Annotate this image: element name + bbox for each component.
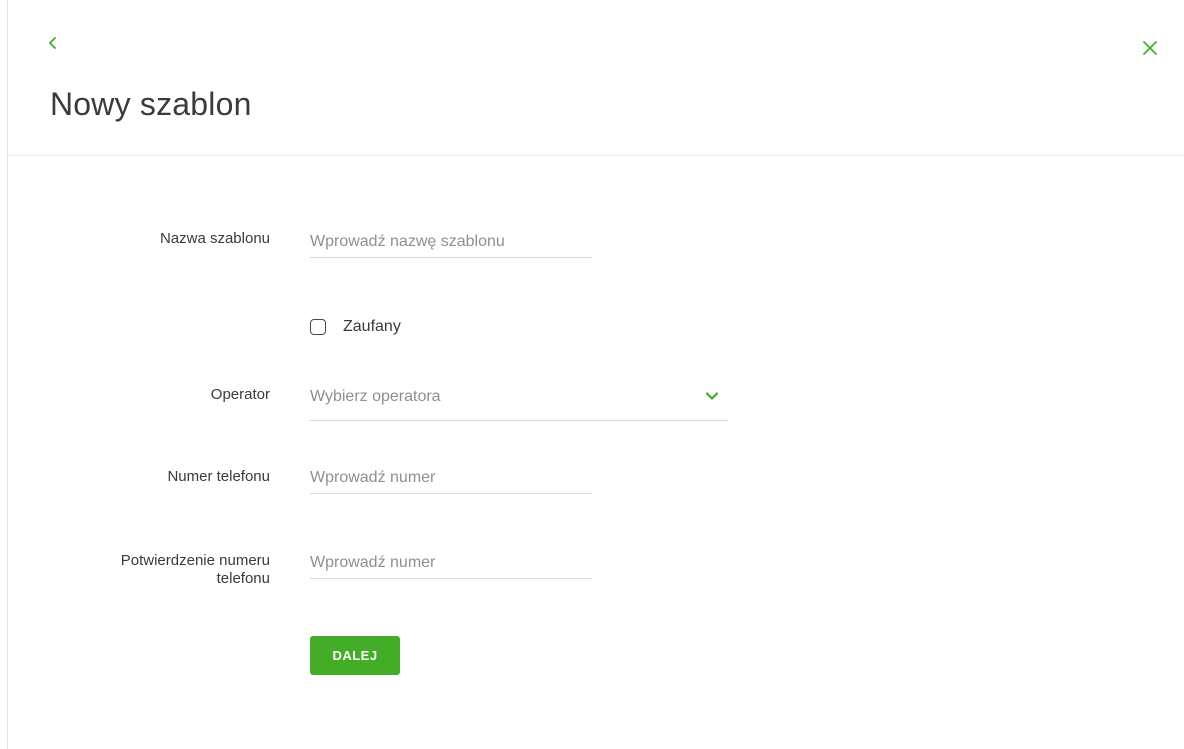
trusted-checkbox[interactable]: [310, 319, 326, 335]
chevron-down-icon: [704, 388, 720, 404]
template-name-input[interactable]: [310, 227, 592, 258]
next-button[interactable]: DALEJ: [310, 636, 400, 675]
close-button[interactable]: [1138, 38, 1162, 62]
left-panel-edge: [7, 0, 8, 749]
operator-select-placeholder: Wybierz operatora: [310, 388, 441, 405]
phone-confirm-label: Potwierdzenie numeru telefonu: [121, 552, 270, 588]
new-template-page: Nowy szablon Nazwa szablonu Zaufany Oper…: [0, 0, 1184, 749]
operator-label: Operator: [210, 386, 270, 403]
phone-confirm-label-line2: telefonu: [216, 570, 270, 587]
trusted-checkbox-label: Zaufany: [343, 318, 401, 335]
back-button[interactable]: [42, 34, 64, 56]
trusted-checkbox-row[interactable]: Zaufany: [310, 318, 401, 336]
template-name-label: Nazwa szablonu: [159, 230, 270, 247]
header-divider: [8, 155, 1184, 156]
close-icon: [1141, 39, 1159, 62]
chevron-left-icon: [47, 36, 59, 55]
phone-number-label: Numer telefonu: [167, 468, 270, 485]
phone-confirm-input[interactable]: [310, 548, 592, 579]
phone-number-input[interactable]: [310, 463, 592, 494]
page-title: Nowy szablon: [50, 86, 252, 122]
phone-confirm-label-line1: Potwierdzenie numeru: [120, 552, 270, 569]
operator-select[interactable]: Wybierz operatora: [310, 382, 728, 421]
